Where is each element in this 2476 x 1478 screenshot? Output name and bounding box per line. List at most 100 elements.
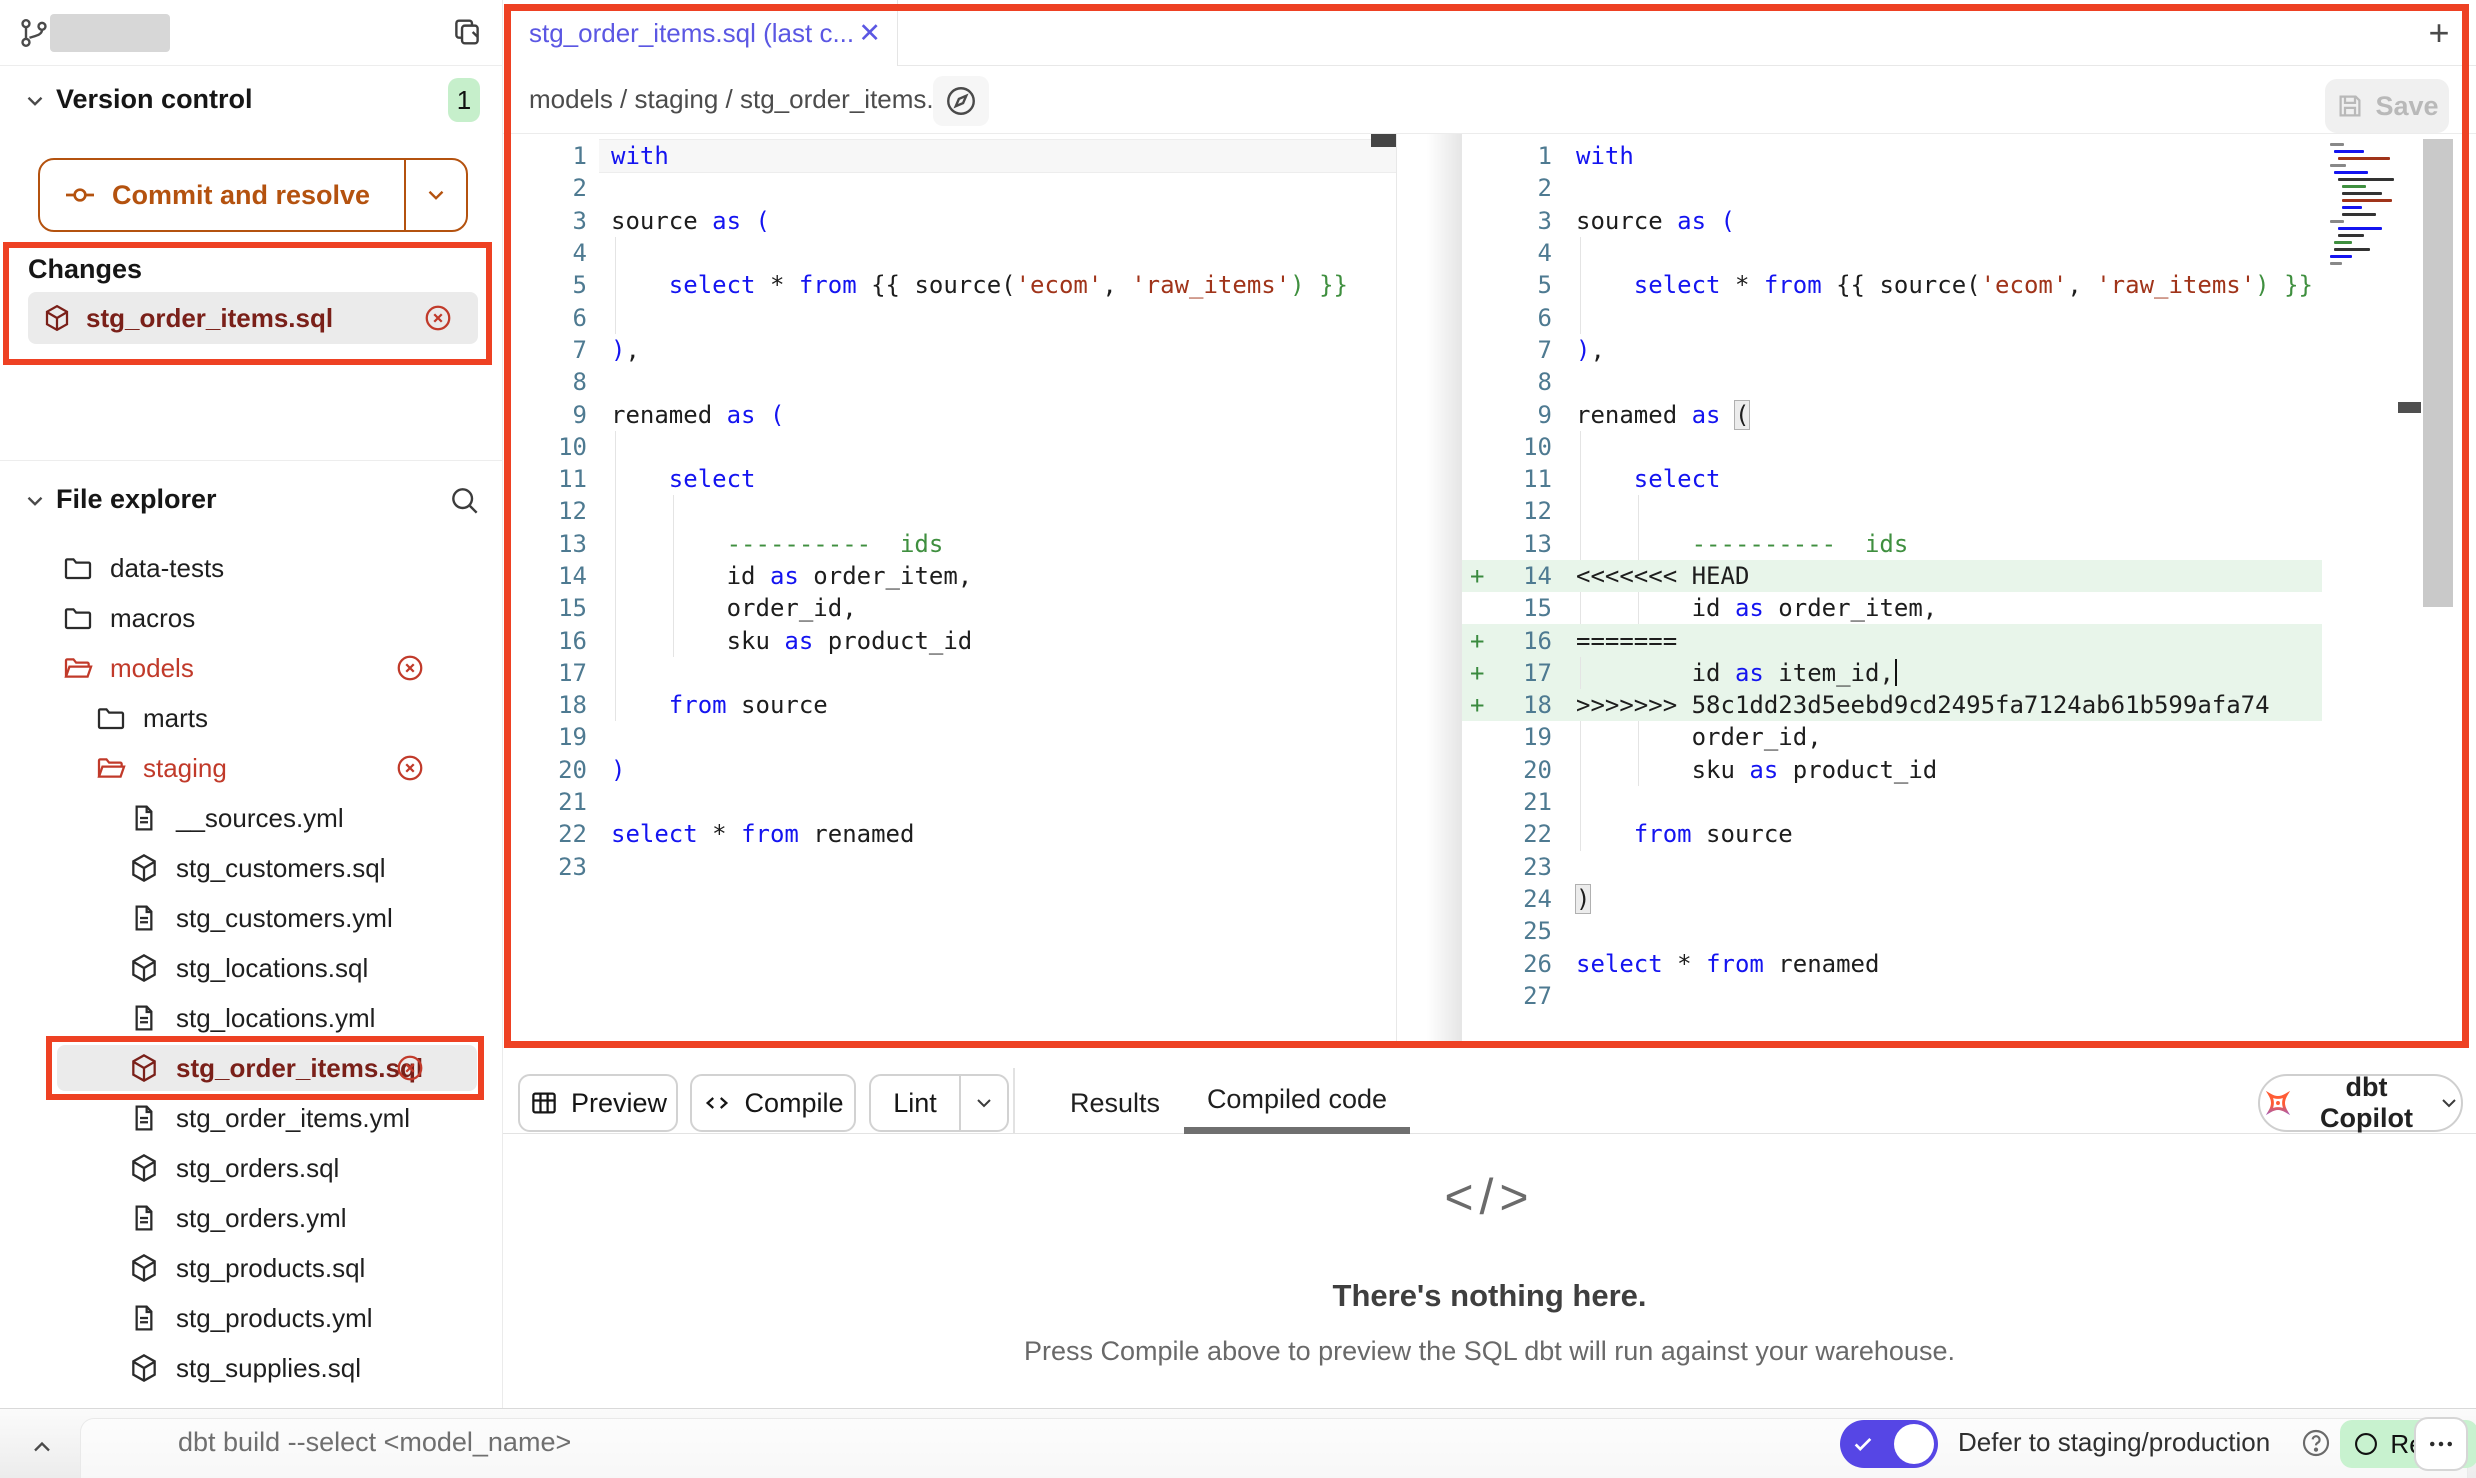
more-options-button[interactable] [2414,1417,2468,1471]
code-line-18[interactable]: 18 from source [503,689,1396,721]
commit-and-resolve-button[interactable]: Commit and resolve [38,158,468,232]
code-line-9[interactable]: 9renamed as ( [503,398,1396,430]
code-line-13[interactable]: 13 ---------- ids [1462,528,2322,560]
tab-results[interactable]: Results [1055,1072,1175,1134]
discard-changes-icon[interactable] [395,753,425,783]
code-line-12[interactable]: 12 [1462,495,2322,527]
search-icon[interactable] [448,484,480,516]
code-line-14[interactable]: 14 id as order_item, [503,560,1396,592]
scrollbar-handle[interactable] [2398,402,2421,413]
discard-changes-icon[interactable] [395,653,425,683]
compile-button[interactable]: Compile [690,1074,856,1132]
file-tree-item-staging[interactable]: staging [0,743,503,793]
code-line-8[interactable]: 8 [503,366,1396,398]
code-line-16[interactable]: 16 sku as product_id [503,624,1396,656]
code-line-23[interactable]: 23 [503,851,1396,883]
file-tree-item-stg-products-yml[interactable]: stg_products.yml [0,1293,503,1343]
code-line-25[interactable]: 25 [1462,915,2322,947]
branch-name-redacted[interactable] [50,14,170,52]
chevron-up-icon[interactable] [28,1433,56,1461]
file-tree-item-stg-supplies-sql[interactable]: stg_supplies.sql [0,1343,503,1393]
file-tree-item-stg-orders-yml[interactable]: stg_orders.yml [0,1193,503,1243]
code-line-16[interactable]: +16======= [1462,624,2322,656]
commit-dropdown-caret[interactable] [404,160,466,230]
preview-button[interactable]: Preview [518,1074,678,1132]
code-line-17[interactable]: 17 [503,657,1396,689]
file-tree-item-stg-customers-sql[interactable]: stg_customers.sql [0,843,503,893]
minimap[interactable] [2330,139,2420,339]
code-line-24[interactable]: 24) [1462,883,2322,915]
code-line-22[interactable]: 22 from source [1462,818,2322,850]
code-line-9[interactable]: 9renamed as ( [1462,398,2322,430]
file-tree-item-marts[interactable]: marts [0,693,503,743]
code-line-23[interactable]: 23 [1462,851,2322,883]
code-line-21[interactable]: 21 [503,786,1396,818]
changes-file-row[interactable]: stg_order_items.sql [28,292,478,344]
tab-stg-order-items[interactable]: stg_order_items.sql (last c... ✕ [503,0,898,66]
code-line-15[interactable]: 15 id as order_item, [1462,592,2322,624]
file-tree-item-stg-orders-sql[interactable]: stg_orders.sql [0,1143,503,1193]
file-tree-item-data-tests[interactable]: data-tests [0,543,503,593]
editor-pane-right[interactable]: 1with23source as (45 select * from {{ so… [1462,134,2476,1048]
scrollbar-handle[interactable] [1371,134,1397,147]
code-line-4[interactable]: 4 [1462,237,2322,269]
code-line-3[interactable]: 3source as ( [503,205,1396,237]
dbt-copilot-button[interactable]: dbt Copilot [2258,1074,2463,1132]
new-tab-button[interactable]: + [2414,8,2464,58]
code-line-7[interactable]: 7), [1462,334,2322,366]
file-tree-item-stg-products-sql[interactable]: stg_products.sql [0,1243,503,1293]
code-line-20[interactable]: 20 sku as product_id [1462,754,2322,786]
pane-divider[interactable] [1397,134,1462,1048]
code-line-19[interactable]: 19 order_id, [1462,721,2322,753]
save-button[interactable]: Save [2325,79,2449,133]
copy-icon[interactable] [450,15,484,49]
code-line-26[interactable]: 26select * from renamed [1462,947,2322,979]
code-line-3[interactable]: 3source as ( [1462,205,2322,237]
code-line-8[interactable]: 8 [1462,366,2322,398]
code-line-19[interactable]: 19 [503,721,1396,753]
lint-dropdown-caret[interactable] [959,1076,1007,1130]
code-line-22[interactable]: 22select * from renamed [503,818,1396,850]
code-line-10[interactable]: 10 [1462,431,2322,463]
code-line-21[interactable]: 21 [1462,786,2322,818]
code-line-6[interactable]: 6 [503,301,1396,333]
editor-pane-left[interactable]: 1with23source as (45 select * from {{ so… [503,134,1397,1048]
version-control-header[interactable]: Version control 1 [0,78,503,122]
defer-toggle[interactable] [1840,1420,1938,1468]
lineage-compass-icon[interactable] [933,76,989,126]
code-line-20[interactable]: 20) [503,754,1396,786]
code-line-1[interactable]: 1with [503,140,1396,172]
tab-compiled-code[interactable]: Compiled code [1184,1072,1410,1134]
code-line-27[interactable]: 27 [1462,980,2322,1012]
file-tree-item-stg-order-items-sql[interactable]: stg_order_items.sql [0,1043,503,1093]
close-icon[interactable]: ✕ [858,18,881,49]
code-line-2[interactable]: 2 [503,172,1396,204]
discard-changes-icon[interactable] [423,303,453,333]
code-line-10[interactable]: 10 [503,431,1396,463]
code-line-7[interactable]: 7), [503,334,1396,366]
command-placeholder[interactable]: dbt build --select <model_name> [178,1427,571,1458]
code-line-14[interactable]: +14<<<<<<< HEAD [1462,560,2322,592]
code-line-4[interactable]: 4 [503,237,1396,269]
code-line-2[interactable]: 2 [1462,172,2322,204]
scrollbar-handle[interactable] [2423,139,2453,607]
file-explorer-header[interactable]: File explorer [0,478,503,522]
code-line-11[interactable]: 11 select [503,463,1396,495]
code-line-5[interactable]: 5 select * from {{ source('ecom', 'raw_i… [503,269,1396,301]
code-line-17[interactable]: +17 id as item_id, [1462,657,2322,689]
code-line-5[interactable]: 5 select * from {{ source('ecom', 'raw_i… [1462,269,2322,301]
code-line-1[interactable]: 1with [1462,140,2322,172]
file-tree-item-stg-order-items-yml[interactable]: stg_order_items.yml [0,1093,503,1143]
file-tree-item--sources-yml[interactable]: __sources.yml [0,793,503,843]
help-icon[interactable] [2300,1427,2332,1459]
file-tree-item-stg-customers-yml[interactable]: stg_customers.yml [0,893,503,943]
lint-button[interactable]: Lint [871,1076,959,1130]
code-line-12[interactable]: 12 [503,495,1396,527]
code-line-6[interactable]: 6 [1462,301,2322,333]
discard-changes-icon[interactable] [395,1053,425,1083]
code-line-11[interactable]: 11 select [1462,463,2322,495]
file-tree-item-models[interactable]: models [0,643,503,693]
file-tree-item-macros[interactable]: macros [0,593,503,643]
code-line-13[interactable]: 13 ---------- ids [503,528,1396,560]
file-tree-item-stg-locations-sql[interactable]: stg_locations.sql [0,943,503,993]
